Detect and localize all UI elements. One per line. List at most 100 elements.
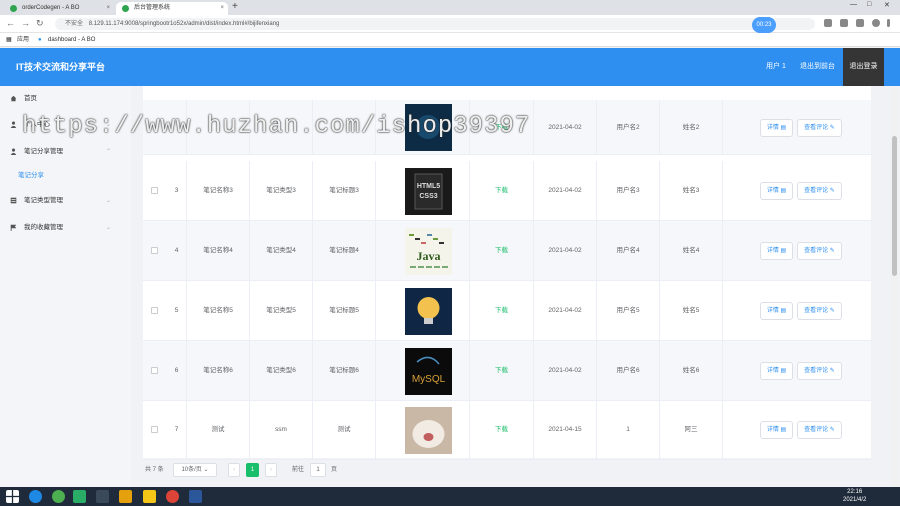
- page-size-select[interactable]: 10条/页 ⌄: [173, 463, 217, 477]
- cell-date: 2021-04-02: [534, 100, 597, 155]
- close-tab-icon[interactable]: ×: [106, 2, 110, 15]
- user-icon: [10, 121, 17, 128]
- download-link[interactable]: 下载: [470, 400, 534, 460]
- search-app-icon[interactable]: [96, 490, 109, 503]
- tab-favicon-icon: [122, 5, 129, 12]
- row-checkbox[interactable]: [151, 187, 158, 194]
- cell-idx: 5: [167, 281, 187, 341]
- profile-icon[interactable]: [872, 19, 880, 27]
- goto-page-input[interactable]: 1: [310, 463, 326, 477]
- url-field[interactable]: 不安全 8.129.11.174:9008/springbootr1o52x/a…: [55, 18, 815, 30]
- reload-icon[interactable]: ↻: [36, 18, 44, 29]
- notes-table: 下载 2021-04-02 用户名2 姓名2 详情 ▤ 查看评论 ✎ 3 笔记名称3 笔记类型3…: [143, 86, 871, 460]
- bookmark-dashboard[interactable]: dashboard - A BO: [48, 33, 95, 47]
- bookmarks-bar: ▦ 应用 ● dashboard - A BO: [0, 33, 900, 47]
- star-icon[interactable]: [840, 19, 848, 27]
- chrome-icon[interactable]: [166, 490, 179, 503]
- chevron-down-icon: ⌄: [203, 467, 209, 473]
- thumbnail-label: MySQL: [412, 374, 446, 385]
- sidebar-item-favorites-mgmt[interactable]: 我的收藏管理 ⌄: [0, 221, 131, 235]
- main-content: 下载 2021-04-02 用户名2 姓名2 详情 ▤ 查看评论 ✎ 3 笔记名称3 笔记类型3…: [131, 86, 900, 487]
- scrollbar-thumb[interactable]: [892, 136, 897, 276]
- extension-icon[interactable]: [856, 19, 864, 27]
- view-comments-button[interactable]: 查看评论 ✎: [797, 302, 842, 320]
- menu-icon[interactable]: [887, 19, 890, 27]
- detail-button[interactable]: 详情 ▤: [760, 421, 793, 439]
- minimize-icon[interactable]: —: [850, 1, 857, 8]
- cell-real: 姓名2: [660, 100, 723, 155]
- cell-name: 测试: [187, 400, 250, 460]
- sidebar-item-note-type-mgmt[interactable]: 笔记类型管理 ⌄: [0, 194, 131, 208]
- row-checkbox[interactable]: [151, 426, 158, 433]
- page-unit-label: 页: [331, 467, 338, 473]
- app-icon[interactable]: [52, 490, 65, 503]
- sidebar-item-label: 首页: [24, 95, 37, 102]
- maximize-icon[interactable]: □: [867, 1, 871, 8]
- cell-idx: 3: [167, 161, 187, 221]
- browser-tab-codegen[interactable]: orderCodegen - A BO ×: [4, 2, 114, 15]
- row-checkbox[interactable]: [151, 307, 158, 314]
- sidebar-item-label: 笔记类型管理: [24, 197, 63, 204]
- back-to-front-link[interactable]: 退出到前台: [800, 48, 835, 86]
- cell-name: 笔记名称3: [187, 161, 250, 221]
- view-comments-button[interactable]: 查看评论 ✎: [797, 242, 842, 260]
- forward-icon[interactable]: →: [21, 18, 30, 28]
- sidebar-item-note-share[interactable]: 笔记分享: [0, 169, 131, 183]
- row-checkbox[interactable]: [151, 367, 158, 374]
- cell-date: 2021-04-15: [534, 400, 597, 460]
- cell-user: 用户名2: [597, 100, 660, 155]
- close-tab-icon[interactable]: ×: [220, 2, 224, 15]
- row-checkbox[interactable]: [151, 247, 158, 254]
- detail-button[interactable]: 详情 ▤: [760, 302, 793, 320]
- cell-name: 笔记名称6: [187, 341, 250, 401]
- view-comments-button[interactable]: 查看评论 ✎: [797, 362, 842, 380]
- sidebar-item-label: 笔记分享管理: [24, 148, 63, 155]
- tab-label: 后台管理系统: [134, 5, 171, 11]
- detail-button[interactable]: 详情 ▤: [760, 242, 793, 260]
- download-link[interactable]: 下载: [470, 281, 534, 341]
- prev-page-button[interactable]: ‹: [228, 463, 240, 477]
- sidebar-item-note-share-mgmt[interactable]: 笔记分享管理 ⌃: [0, 145, 131, 159]
- watermark: https://www.huzhan.com/ishop39397: [22, 113, 531, 140]
- thumbnail-label: Java: [417, 249, 441, 263]
- scrollbar[interactable]: [891, 86, 898, 487]
- apps-icon[interactable]: ▦: [6, 33, 12, 47]
- view-comments-button[interactable]: 查看评论 ✎: [797, 119, 842, 137]
- view-comments-button[interactable]: 查看评论 ✎: [797, 421, 842, 439]
- browser-tab-bar: orderCodegen - A BO × 后台管理系统 × + — □ ✕: [0, 0, 900, 15]
- page-number-current[interactable]: 1: [246, 463, 259, 477]
- view-comments-button[interactable]: 查看评论 ✎: [797, 182, 842, 200]
- next-page-button[interactable]: ›: [265, 463, 277, 477]
- download-link[interactable]: 下载: [470, 341, 534, 401]
- edge-icon[interactable]: [29, 490, 42, 503]
- download-link[interactable]: 下载: [470, 161, 534, 221]
- new-tab-icon[interactable]: +: [232, 1, 238, 12]
- wechat-icon[interactable]: [73, 490, 86, 503]
- list-icon: [10, 197, 17, 204]
- taskbar: 22:16 2021/4/2: [0, 487, 900, 506]
- windows-start-icon[interactable]: [6, 490, 19, 503]
- folder-icon[interactable]: [119, 490, 132, 503]
- sidebar: 首页 个人中心 ⌄ 笔记分享管理 ⌃ 笔记分享 笔记类型管理 ⌄ 我的收藏管理 …: [0, 86, 131, 487]
- browser-tab-admin[interactable]: 后台管理系统 ×: [116, 2, 228, 15]
- detail-button[interactable]: 详情 ▤: [760, 362, 793, 380]
- cell-user: 1: [597, 400, 660, 460]
- table-row: 5 笔记名称5 笔记类型5 笔记标题5 下载 2021-04-02 用户名5 姓名5 详情 ▤ 查…: [143, 281, 871, 341]
- close-window-icon[interactable]: ✕: [884, 1, 890, 9]
- cell-date: 2021-04-02: [534, 221, 597, 281]
- back-icon[interactable]: ←: [6, 18, 15, 28]
- cell-date: 2021-04-02: [534, 341, 597, 401]
- taskbar-clock[interactable]: 22:16 2021/4/2: [843, 488, 866, 504]
- bookmark-apps[interactable]: 应用: [17, 33, 29, 47]
- extension-icon[interactable]: [824, 19, 832, 27]
- sidebar-item-home[interactable]: 首页: [0, 92, 131, 106]
- detail-button[interactable]: 详情 ▤: [760, 182, 793, 200]
- sidebar-item-label: 我的收藏管理: [24, 224, 63, 231]
- home-icon: [10, 95, 17, 102]
- detail-button[interactable]: 详情 ▤: [760, 119, 793, 137]
- cell-type: ssm: [250, 400, 313, 460]
- word-icon[interactable]: [189, 490, 202, 503]
- logout-button[interactable]: 退出登录: [843, 48, 884, 86]
- download-link[interactable]: 下载: [470, 221, 534, 281]
- app-icon[interactable]: [143, 490, 156, 503]
